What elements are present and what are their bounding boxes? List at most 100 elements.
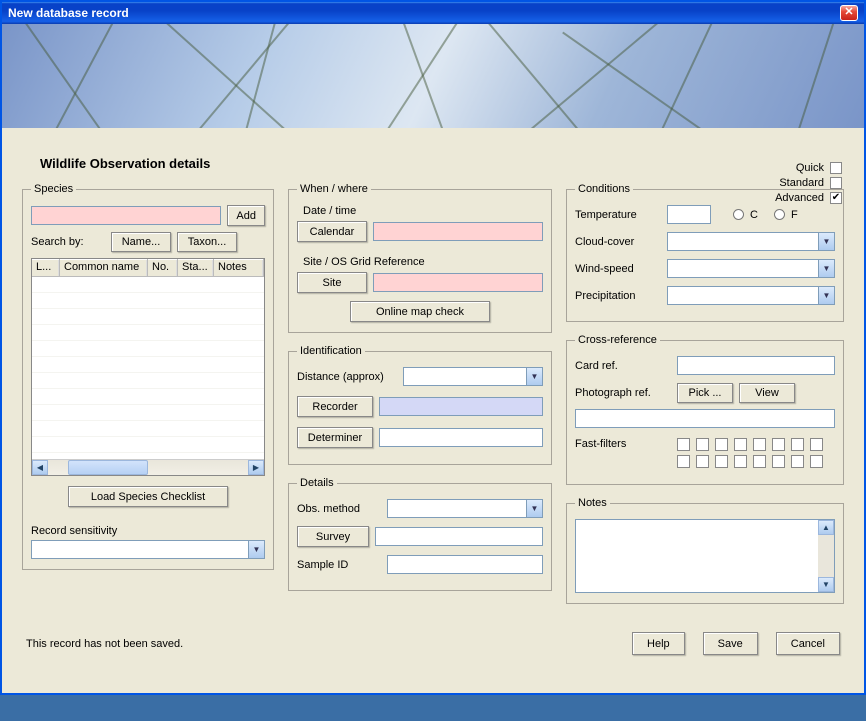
fast-filter-checkbox[interactable] bbox=[696, 455, 709, 468]
mode-quick-label: Quick bbox=[796, 162, 824, 174]
fast-filter-checkbox[interactable] bbox=[772, 455, 785, 468]
chevron-down-icon: ▼ bbox=[818, 287, 834, 304]
site-label: Site / OS Grid Reference bbox=[303, 256, 425, 268]
search-taxon-button[interactable]: Taxon... bbox=[177, 232, 237, 252]
precip-label: Precipitation bbox=[575, 290, 661, 302]
notes-group: Notes ▲ ▼ bbox=[566, 497, 844, 604]
search-name-button[interactable]: Name... bbox=[111, 232, 171, 252]
record-sensitivity-select[interactable]: ▼ bbox=[31, 540, 265, 559]
conditions-group: Conditions Temperature C F Cloud-cover ▼ bbox=[566, 183, 844, 322]
scroll-down-icon[interactable]: ▼ bbox=[818, 577, 834, 592]
species-name-input[interactable] bbox=[31, 206, 221, 225]
temperature-label: Temperature bbox=[575, 209, 661, 221]
fast-filters-label: Fast-filters bbox=[575, 438, 671, 450]
card-ref-input[interactable] bbox=[677, 356, 835, 375]
load-checklist-button[interactable]: Load Species Checklist bbox=[68, 486, 228, 507]
mode-quick-checkbox[interactable] bbox=[830, 162, 842, 174]
chevron-down-icon: ▼ bbox=[818, 260, 834, 277]
scroll-up-icon[interactable]: ▲ bbox=[818, 520, 834, 535]
titlebar: New database record ✕ bbox=[2, 2, 864, 24]
survey-input[interactable] bbox=[375, 527, 543, 546]
determiner-button[interactable]: Determiner bbox=[297, 427, 373, 448]
fast-filter-checkbox[interactable] bbox=[753, 438, 766, 451]
add-species-button[interactable]: Add bbox=[227, 205, 265, 226]
recorder-input[interactable] bbox=[379, 397, 543, 416]
fast-filter-checkbox[interactable] bbox=[734, 438, 747, 451]
fast-filters-grid bbox=[677, 438, 824, 468]
datetime-input[interactable] bbox=[373, 222, 543, 241]
temperature-input[interactable] bbox=[667, 205, 711, 224]
when-where-group: When / where Date / time Calendar Site /… bbox=[288, 183, 552, 333]
when-legend: When / where bbox=[297, 183, 371, 195]
species-hscroll[interactable]: ◀ ▶ bbox=[32, 459, 264, 475]
unit-f-label: F bbox=[791, 209, 798, 221]
wind-select[interactable]: ▼ bbox=[667, 259, 835, 278]
photo-ref-label: Photograph ref. bbox=[575, 387, 671, 399]
cross-reference-group: Cross-reference Card ref. Photograph ref… bbox=[566, 334, 844, 485]
photo-ref-input[interactable] bbox=[575, 409, 835, 428]
recorder-button[interactable]: Recorder bbox=[297, 396, 373, 417]
photo-pick-button[interactable]: Pick ... bbox=[677, 383, 733, 403]
photo-view-button[interactable]: View bbox=[739, 383, 795, 403]
card-ref-label: Card ref. bbox=[575, 360, 671, 372]
sample-id-label: Sample ID bbox=[297, 559, 381, 571]
map-check-button[interactable]: Online map check bbox=[350, 301, 490, 322]
site-input[interactable] bbox=[373, 273, 543, 292]
unit-c-radio[interactable] bbox=[733, 209, 744, 220]
cloud-label: Cloud-cover bbox=[575, 236, 661, 248]
cloud-select[interactable]: ▼ bbox=[667, 232, 835, 251]
col-notes[interactable]: Notes bbox=[214, 259, 264, 276]
unit-c-label: C bbox=[750, 209, 758, 221]
help-button[interactable]: Help bbox=[632, 632, 685, 655]
page-title: Wildlife Observation details bbox=[40, 156, 844, 171]
fast-filter-checkbox[interactable] bbox=[810, 438, 823, 451]
fast-filter-checkbox[interactable] bbox=[772, 438, 785, 451]
details-group: Details Obs. method ▼ Survey Sample ID bbox=[288, 477, 552, 591]
wind-label: Wind-speed bbox=[575, 263, 661, 275]
sample-id-input[interactable] bbox=[387, 555, 543, 574]
fast-filter-checkbox[interactable] bbox=[753, 455, 766, 468]
fast-filter-checkbox[interactable] bbox=[715, 455, 728, 468]
fast-filter-checkbox[interactable] bbox=[677, 455, 690, 468]
fast-filter-checkbox[interactable] bbox=[791, 438, 804, 451]
notes-textarea[interactable]: ▲ ▼ bbox=[575, 519, 835, 593]
chevron-down-icon: ▼ bbox=[526, 368, 542, 385]
fast-filter-checkbox[interactable] bbox=[715, 438, 728, 451]
window-title: New database record bbox=[8, 6, 129, 20]
notes-legend: Notes bbox=[575, 497, 610, 509]
species-table[interactable]: L... Common name No. Sta... Notes ◀ ▶ bbox=[31, 258, 265, 476]
conditions-legend: Conditions bbox=[575, 183, 633, 195]
col-no[interactable]: No. bbox=[148, 259, 178, 276]
fast-filter-checkbox[interactable] bbox=[810, 455, 823, 468]
survey-button[interactable]: Survey bbox=[297, 526, 369, 547]
obs-method-label: Obs. method bbox=[297, 503, 381, 515]
cancel-button[interactable]: Cancel bbox=[776, 632, 840, 655]
precip-select[interactable]: ▼ bbox=[667, 286, 835, 305]
distance-select[interactable]: ▼ bbox=[403, 367, 543, 386]
close-button[interactable]: ✕ bbox=[840, 5, 858, 21]
chevron-down-icon: ▼ bbox=[818, 233, 834, 250]
save-button[interactable]: Save bbox=[703, 632, 758, 655]
species-legend: Species bbox=[31, 183, 76, 195]
calendar-button[interactable]: Calendar bbox=[297, 221, 367, 242]
obs-method-select[interactable]: ▼ bbox=[387, 499, 543, 518]
fast-filter-checkbox[interactable] bbox=[677, 438, 690, 451]
species-table-header: L... Common name No. Sta... Notes bbox=[32, 259, 264, 277]
species-group: Species Add Search by: Name... Taxon... … bbox=[22, 183, 274, 570]
fast-filter-checkbox[interactable] bbox=[734, 455, 747, 468]
col-latin[interactable]: L... bbox=[32, 259, 60, 276]
ident-legend: Identification bbox=[297, 345, 365, 357]
col-common[interactable]: Common name bbox=[60, 259, 148, 276]
col-status[interactable]: Sta... bbox=[178, 259, 214, 276]
fast-filter-checkbox[interactable] bbox=[696, 438, 709, 451]
species-table-body[interactable] bbox=[32, 277, 264, 459]
status-text: This record has not been saved. bbox=[26, 638, 183, 650]
scroll-right-icon[interactable]: ▶ bbox=[248, 460, 264, 475]
banner-image bbox=[2, 24, 864, 128]
determiner-input[interactable] bbox=[379, 428, 543, 447]
scroll-left-icon[interactable]: ◀ bbox=[32, 460, 48, 475]
unit-f-radio[interactable] bbox=[774, 209, 785, 220]
fast-filter-checkbox[interactable] bbox=[791, 455, 804, 468]
record-sensitivity-label: Record sensitivity bbox=[31, 525, 117, 537]
site-button[interactable]: Site bbox=[297, 272, 367, 293]
